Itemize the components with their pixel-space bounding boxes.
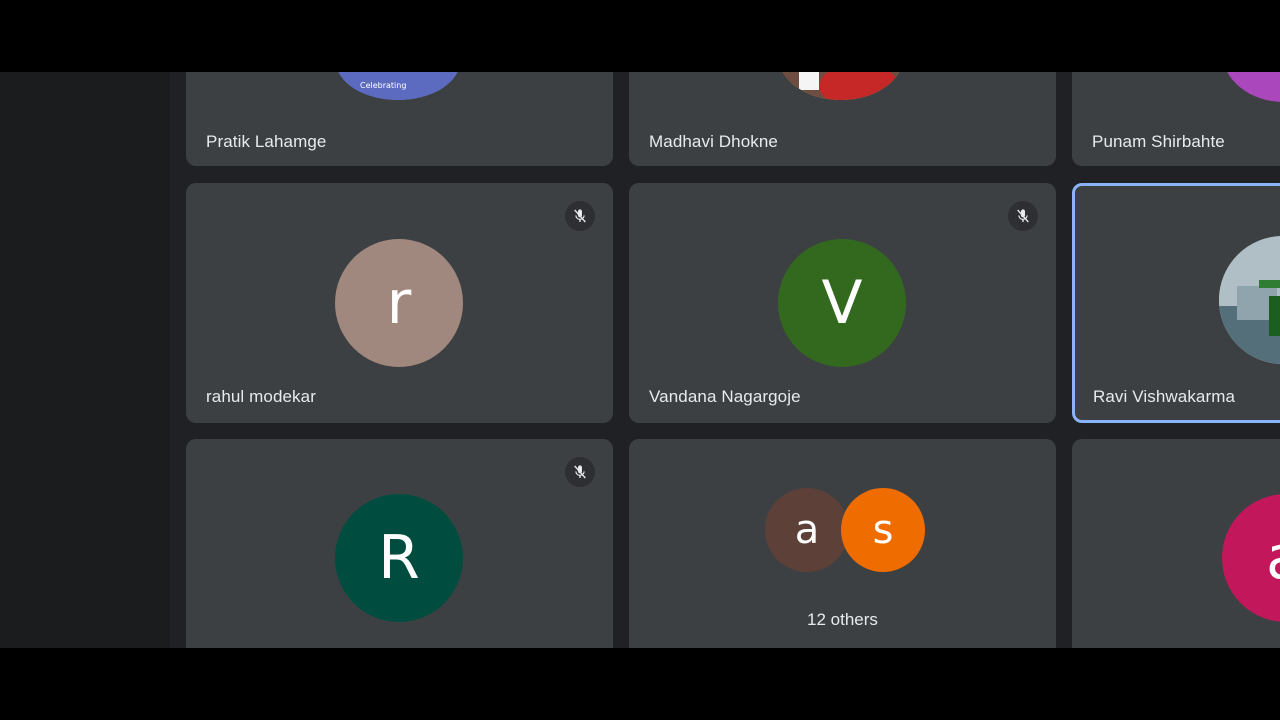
avatar-initial: R [378, 523, 420, 593]
others-count: 12 others [807, 610, 878, 629]
participant-name: Madhavi Dhokne [649, 132, 778, 151]
participant-tile[interactable]: Madhavi Dhokne [629, 72, 1056, 166]
others-avatar: a [765, 488, 849, 572]
mic-off-icon [565, 201, 595, 231]
mic-off-icon [1008, 201, 1038, 231]
participant-tile[interactable]: V Vandana Nagargoje [629, 183, 1056, 423]
participant-photo [1219, 236, 1280, 364]
side-panel [0, 72, 170, 648]
participant-photo [779, 72, 903, 100]
participant-avatar: r [335, 239, 463, 367]
participant-avatar: R [335, 494, 463, 622]
participant-photo: Celebrating [336, 72, 460, 100]
participant-avatar [1222, 72, 1280, 102]
photo-caption: Celebrating [360, 81, 407, 90]
participant-tile[interactable]: Celebrating Pratik Lahamge [186, 72, 613, 166]
letterbox-top [0, 0, 1280, 72]
participant-name: Vandana Nagargoje [649, 387, 801, 406]
avatar-initial: s [872, 507, 894, 553]
participant-name: Ravi Vishwakarma [1093, 387, 1236, 406]
participant-tile-speaking[interactable]: Ravi Vishwakarma [1072, 183, 1280, 423]
avatar-initial: a [794, 507, 820, 553]
participant-tile[interactable]: R [186, 439, 613, 648]
avatar-initial: r [386, 268, 412, 338]
participant-avatar: a [1222, 494, 1280, 622]
participant-avatar: V [778, 239, 906, 367]
avatar-initial: a [1266, 523, 1280, 593]
participant-tile[interactable]: Punam Shirbahte [1072, 72, 1280, 166]
participant-name: Punam Shirbahte [1092, 132, 1225, 151]
participant-tile[interactable]: r rahul modekar [186, 183, 613, 423]
avatar-initial: V [821, 268, 863, 338]
participant-tile[interactable]: a [1072, 439, 1280, 648]
meeting-grid: Celebrating Pratik Lahamge Madhavi Dhokn… [0, 72, 1280, 648]
letterbox-bottom [0, 648, 1280, 720]
participant-name: rahul modekar [206, 387, 316, 406]
participant-name: Pratik Lahamge [206, 132, 327, 151]
mic-off-icon [565, 457, 595, 487]
others-tile[interactable]: a s 12 others [629, 439, 1056, 648]
others-avatar: s [841, 488, 925, 572]
